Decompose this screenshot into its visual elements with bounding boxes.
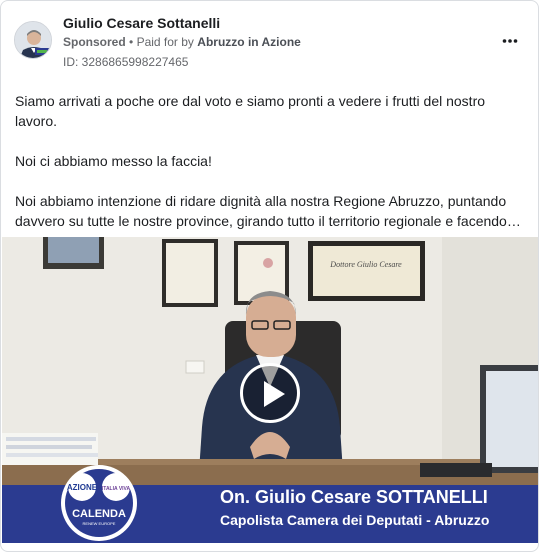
logo-azione: AZIONE	[67, 483, 98, 492]
avatar-portrait	[15, 22, 51, 58]
play-icon	[264, 381, 285, 407]
video-caption-banner: On. Giulio Cesare SOTTANELLI Capolista C…	[220, 487, 489, 528]
post-paragraph[interactable]: Noi abbiamo intenzione di ridare dignità…	[15, 191, 527, 231]
logo-calenda: CALENDA	[72, 508, 126, 520]
play-button[interactable]	[240, 363, 300, 423]
video-player[interactable]: Dottore Giulio Cesare AZIONE ITALIA VIVA…	[2, 237, 538, 543]
banner-surname: SOTTANELLI	[376, 487, 488, 507]
more-horizontal-icon	[502, 39, 518, 43]
post-header: Giulio Cesare Sottanelli Sponsored • Pai…	[1, 1, 538, 77]
post-body: Siamo arrivati a poche ore dal voto e si…	[15, 91, 527, 231]
ad-card: Giulio Cesare Sottanelli Sponsored • Pai…	[0, 0, 539, 552]
author-name[interactable]: Giulio Cesare Sottanelli	[63, 15, 220, 31]
meta-separator: •	[129, 35, 134, 49]
logo-italia-viva: ITALIA VIVA	[102, 486, 131, 492]
banner-name: On. Giulio Cesare SOTTANELLI	[220, 487, 489, 508]
author-avatar[interactable]	[14, 21, 52, 59]
diploma-script: Dottore Giulio Cesare	[329, 260, 402, 269]
more-options-button[interactable]	[502, 32, 518, 48]
post-paragraph: Siamo arrivati a poche ore dal voto e si…	[15, 93, 486, 129]
ad-meta: Sponsored • Paid for by Abruzzo in Azion…	[63, 35, 301, 49]
paid-for-by-label: Paid for by	[136, 35, 194, 49]
banner-role: Capolista Camera dei Deputati - Abruzzo	[220, 512, 490, 528]
logo-tagline: RENEW EUROPE	[83, 521, 116, 526]
ad-id: ID: 3286865998227465	[63, 55, 189, 69]
banner-name-prefix: On. Giulio Cesare	[220, 487, 377, 507]
payer-name[interactable]: Abruzzo in Azione	[197, 35, 301, 49]
sponsored-label: Sponsored	[63, 35, 126, 49]
post-paragraph: Noi ci abbiamo messo la faccia!	[15, 153, 212, 169]
